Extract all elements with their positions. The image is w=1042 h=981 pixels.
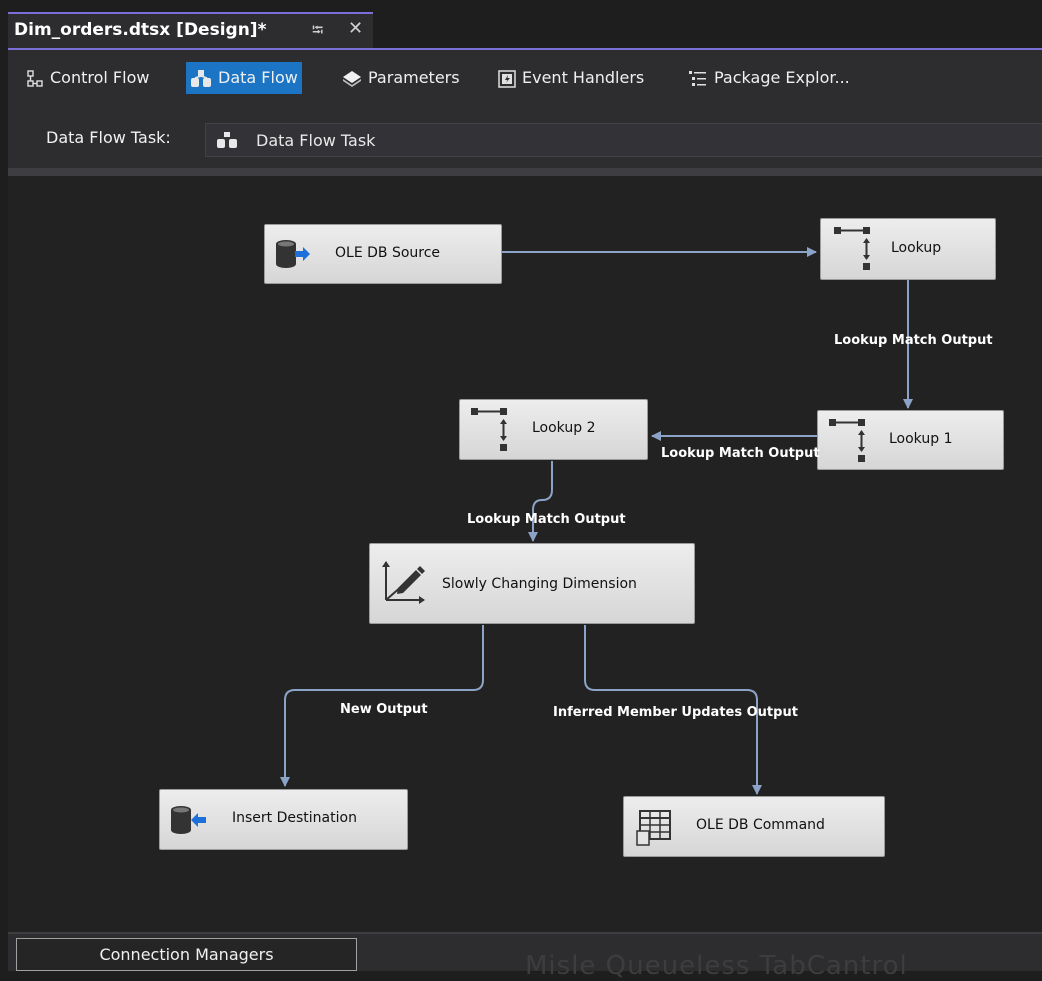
path-label-lookup-match-output[interactable]: Lookup Match Output [834, 333, 993, 348]
lookup-1-component[interactable]: Lookup 1 [817, 410, 1004, 470]
ole-db-command-icon [636, 810, 671, 846]
ole-db-command-label: OLE DB Command [696, 817, 825, 833]
bottom-separator [8, 932, 1042, 934]
path-label-inferred-member-updates-output[interactable]: Inferred Member Updates Output [553, 705, 798, 720]
ole-db-source-label: OLE DB Source [335, 245, 441, 261]
lookup-2-label: Lookup 2 [532, 420, 596, 436]
path-lookup2-to-scd [528, 461, 553, 542]
lookup-label: Lookup [891, 240, 942, 256]
ole-db-source-component[interactable]: OLE DB Source [264, 224, 502, 284]
slowly-changing-dimension-icon [382, 561, 425, 604]
connection-managers-tab[interactable]: Connection Managers [16, 938, 357, 971]
scd-label: Slowly Changing Dimension [442, 576, 637, 592]
path-label-lookup-match-output[interactable]: Lookup Match Output [661, 446, 820, 461]
database-source-icon [276, 240, 310, 268]
lookup-1-label: Lookup 1 [889, 431, 953, 447]
path-label-new-output[interactable]: New Output [340, 702, 428, 717]
lookup-component[interactable]: Lookup [820, 218, 996, 280]
database-destination-icon [171, 806, 206, 834]
lookup-icon [834, 227, 870, 270]
path-label-lookup-match-output[interactable]: Lookup Match Output [467, 512, 626, 527]
ole-db-command-component[interactable]: OLE DB Command [623, 796, 885, 857]
insert-destination-label: Insert Destination [232, 810, 357, 826]
connection-managers-label: Connection Managers [99, 945, 274, 964]
slowly-changing-dimension-component[interactable]: Slowly Changing Dimension [369, 543, 695, 624]
flow-paths [280, 247, 913, 795]
lookup-icon [471, 408, 507, 451]
background-ghost-text: Misle Queueless TabCantrol [525, 951, 908, 981]
insert-destination-component[interactable]: Insert Destination [159, 789, 408, 850]
lookup-2-component[interactable]: Lookup 2 [459, 399, 648, 460]
lookup-icon [829, 419, 865, 462]
